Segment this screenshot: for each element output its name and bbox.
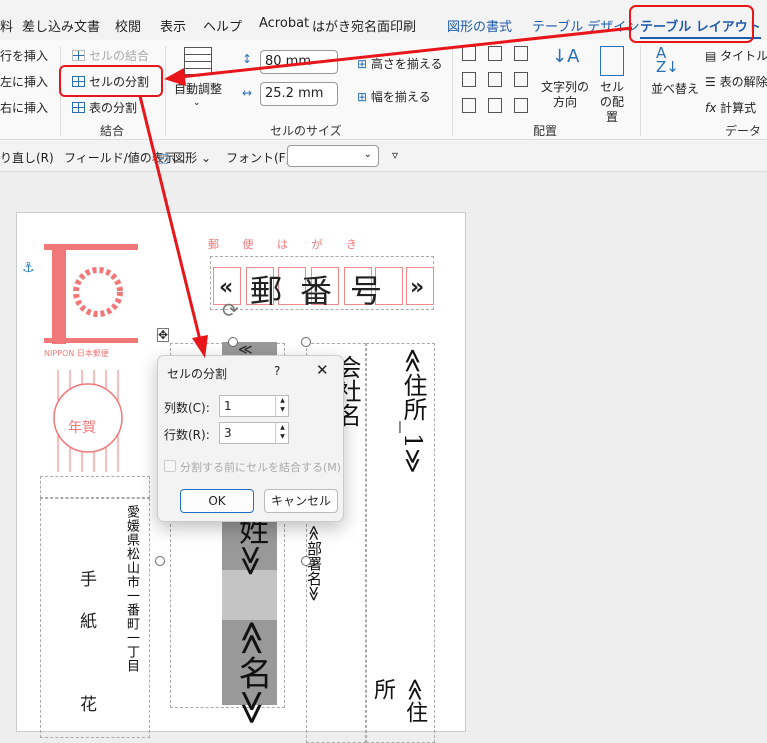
shape-icon: ◰ <box>158 151 170 165</box>
distribute-rows-button[interactable]: ⊞ 高さを揃える <box>357 55 443 72</box>
merge-before-label: 分割する前にセルを結合する(M) <box>180 461 342 474</box>
address-1: ≪住所_1≫ <box>399 348 427 474</box>
resize-handle[interactable] <box>301 337 311 347</box>
address-2: ≪住所 <box>370 678 427 724</box>
postal-code-char: 号 <box>350 272 383 310</box>
align-top-left-icon[interactable] <box>462 46 476 61</box>
font-label: フォント(F): <box>226 151 295 165</box>
quick-toolbar: り直し(R) フィールド/値の表示 ◰ 図形 ⌄ フォント(F): ⌄ ▿ <box>0 140 767 172</box>
col-width-icon: ↔ <box>242 86 253 100</box>
tab-partial[interactable]: 料 <box>0 16 13 35</box>
insert-right-button[interactable]: 右に挿入 <box>0 99 48 116</box>
col-width-input[interactable]: 25.2 mm <box>260 82 338 106</box>
merge-cells-icon <box>72 50 85 61</box>
postal-code-char: 郵 <box>250 272 283 310</box>
rotate-handle[interactable]: ⟳ <box>222 298 239 322</box>
sender-address: 愛媛県松山市一番町一丁目 <box>124 505 139 673</box>
cell-margins-icon <box>600 46 624 76</box>
sort-button[interactable]: 並べ替え <box>651 80 699 97</box>
group-label-data: データ <box>725 124 762 138</box>
text-direction-icon: ↓A <box>552 46 580 67</box>
split-table-icon <box>72 102 85 113</box>
cancel-button[interactable]: キャンセル <box>264 489 338 513</box>
resize-handle[interactable] <box>155 556 165 566</box>
align-middle-left-icon[interactable] <box>462 72 476 87</box>
align-top-center-icon[interactable] <box>488 46 502 61</box>
text-direction-button[interactable]: 文字列の方向 <box>540 80 590 110</box>
merge-cells-button[interactable]: セルの結合 <box>72 47 149 64</box>
align-middle-right-icon[interactable] <box>514 72 528 87</box>
redo-button[interactable]: り直し(R) <box>0 149 54 166</box>
anchor-icon: ⚓ <box>22 260 35 276</box>
tab-postcard[interactable]: はがき宛名面印刷 <box>312 16 416 35</box>
chevron-down-icon[interactable]: ⌄ <box>193 98 201 108</box>
tab-mailings[interactable]: 差し込み文書 <box>22 16 100 35</box>
insert-above-button[interactable]: 行を挿入 <box>0 47 48 64</box>
name-part1: 姓≫ <box>233 515 268 577</box>
help-button[interactable]: ? <box>274 364 280 378</box>
shape-dropdown[interactable]: ◰ 図形 ⌄ <box>158 149 211 166</box>
font-select[interactable]: ⌄ <box>287 145 379 167</box>
align-top-right-icon[interactable] <box>514 46 528 61</box>
merge-before-checkbox[interactable] <box>164 460 176 472</box>
group-label-alignment: 配置 <box>533 124 558 138</box>
autofit-icon <box>184 47 212 75</box>
sort-icon: A Z↓ <box>656 44 679 76</box>
table-move-handle[interactable]: ✥ <box>157 328 170 342</box>
convert-to-text-button[interactable]: ☰ 表の解除 <box>705 73 767 90</box>
split-cells-icon <box>72 76 85 87</box>
formula-button[interactable]: fx 計算式 <box>705 99 756 116</box>
name-part2: ≪名≫ <box>232 620 272 726</box>
postal-code-close: » <box>410 275 425 300</box>
close-icon[interactable]: ✕ <box>316 361 329 379</box>
resize-handle[interactable] <box>301 556 311 566</box>
dialog-title: セルの分割 <box>167 367 228 381</box>
ok-button[interactable]: OK <box>180 489 254 513</box>
row-height-input[interactable]: 80 mm <box>260 50 338 74</box>
postal-code-char: 番 <box>300 272 333 310</box>
cols-label: 列数(C): <box>164 401 210 415</box>
rows-spinner[interactable]: ▲ ▼ <box>275 423 289 443</box>
tab-view[interactable]: 表示 <box>160 16 186 35</box>
tab-shape-format[interactable]: 図形の書式 <box>447 16 512 35</box>
stamp-image: NIPPON 日本郵便 年賀 <box>44 244 138 472</box>
split-table-button[interactable]: 表の分割 <box>72 99 137 116</box>
tab-table-design[interactable]: テーブル デザイン <box>532 16 639 35</box>
autofit-button[interactable]: 自動調整 <box>174 80 222 97</box>
cell-margins-button[interactable]: セルの配置 <box>596 80 628 125</box>
cols-spinner[interactable]: ▲ ▼ <box>275 396 289 416</box>
svg-text:NIPPON 日本郵便: NIPPON 日本郵便 <box>44 348 109 358</box>
tab-review[interactable]: 校閲 <box>115 16 141 35</box>
tab-help[interactable]: ヘルプ <box>203 16 242 35</box>
postal-code-open: « <box>219 275 234 300</box>
chevron-down-icon: ⌄ <box>363 149 372 160</box>
group-label-merge: 結合 <box>100 124 125 138</box>
distribute-cols-button[interactable]: ⊞ 幅を揃える <box>357 88 431 105</box>
svg-text:年賀: 年賀 <box>68 420 96 436</box>
split-cells-button[interactable]: セルの分割 <box>72 73 149 90</box>
rows-label: 行数(R): <box>164 428 210 442</box>
tab-acrobat[interactable]: Acrobat <box>259 16 309 31</box>
align-bottom-left-icon[interactable] <box>462 98 476 113</box>
resize-handle[interactable] <box>228 337 238 347</box>
header-rows-button[interactable]: ▤ タイトル行 <box>705 47 767 64</box>
align-middle-center-icon[interactable] <box>488 72 502 87</box>
tab-table-layout[interactable]: テーブル レイアウト <box>640 16 761 39</box>
group-label-cell-size: セルのサイズ <box>270 124 342 138</box>
postcard-title: 郵 便 は が き <box>208 238 367 251</box>
align-bottom-right-icon[interactable] <box>514 98 528 113</box>
more-icon[interactable]: ▿ <box>392 148 398 162</box>
insert-left-button[interactable]: 左に挿入 <box>0 73 48 90</box>
align-bottom-center-icon[interactable] <box>488 98 502 113</box>
split-cells-dialog: セルの分割 ? ✕ 列数(C): 1 ▲ ▼ 行数(R): 3 ▲ ▼ 分割する前に… <box>157 355 344 522</box>
row-height-icon: ↕ <box>242 52 253 66</box>
ribbon-tabs: 料 差し込み文書 校閲 表示 ヘルプ Acrobat はがき宛名面印刷 図形の書… <box>0 0 767 40</box>
